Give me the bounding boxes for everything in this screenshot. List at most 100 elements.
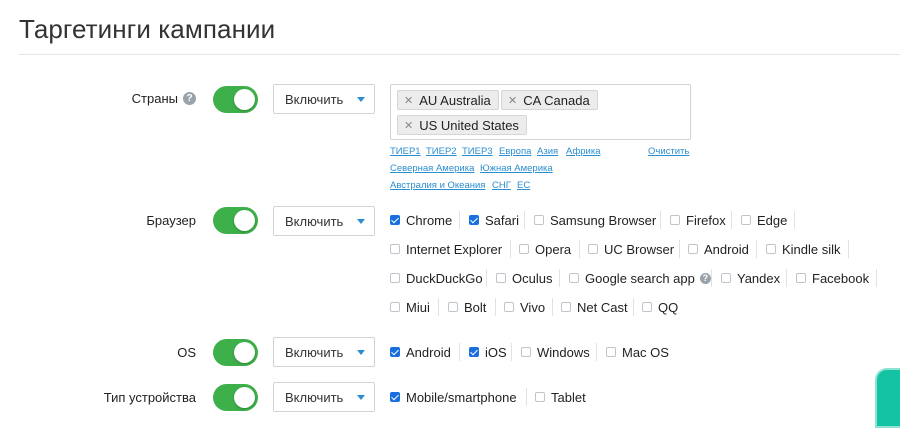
quick-link-tier1[interactable]: ТИЕР1: [390, 146, 421, 157]
checkbox[interactable]: [670, 215, 680, 225]
countries-tag-input[interactable]: ✕ AU Australia ✕ CA Canada ✕ US United S…: [390, 84, 691, 140]
quick-link-tier3[interactable]: ТИЕР3: [462, 146, 493, 157]
os-option-windows[interactable]: Windows: [521, 343, 590, 361]
option-label: QQ: [658, 299, 679, 315]
option-label: Google search app: [585, 270, 695, 286]
quick-link-europe[interactable]: Европа: [499, 146, 531, 157]
countries-mode-select[interactable]: Включить: [273, 84, 375, 114]
divider: [794, 211, 795, 229]
browser-option-samsung[interactable]: Samsung Browser: [534, 211, 656, 229]
os-option-macos[interactable]: Mac OS: [606, 343, 669, 361]
checkbox[interactable]: [721, 273, 731, 283]
quick-link-eu[interactable]: ЕС: [517, 180, 530, 191]
browser-option-facebook[interactable]: Facebook: [796, 269, 869, 287]
browser-option-uc[interactable]: UC Browser: [588, 240, 674, 258]
divider: [848, 240, 849, 258]
clear-link[interactable]: Очистить: [648, 146, 689, 157]
checkbox[interactable]: [561, 302, 571, 312]
checkbox[interactable]: [535, 392, 545, 402]
quick-link-cis[interactable]: СНГ: [492, 180, 511, 191]
os-mode-select[interactable]: Включить: [273, 337, 375, 367]
option-label: Bolt: [464, 299, 487, 315]
page-title: Таргетинги кампании: [19, 14, 276, 44]
divider: [526, 388, 527, 406]
quick-link-asia[interactable]: Азия: [537, 146, 558, 157]
browser-option-duckduckgo[interactable]: DuckDuckGo: [390, 269, 483, 287]
checkbox[interactable]: [588, 244, 598, 254]
option-label: Chrome: [406, 212, 453, 228]
device-toggle[interactable]: [213, 384, 258, 411]
browser-option-yandex[interactable]: Yandex: [721, 269, 780, 287]
browser-option-opera[interactable]: Opera: [519, 240, 571, 258]
checkbox[interactable]: [504, 302, 514, 312]
device-option-mobile[interactable]: Mobile/smartphone: [390, 388, 517, 406]
checkbox[interactable]: [569, 273, 579, 283]
browser-option-safari[interactable]: Safari: [469, 211, 519, 229]
divider: [579, 240, 580, 258]
browser-mode-select[interactable]: Включить: [273, 206, 375, 236]
title-divider: [19, 54, 900, 55]
browser-option-firefox[interactable]: Firefox: [670, 211, 726, 229]
checkbox[interactable]: [390, 244, 400, 254]
checkbox[interactable]: [688, 244, 698, 254]
quick-link-australia-oceania[interactable]: Австралия и Океания: [390, 180, 485, 191]
remove-tag-icon[interactable]: ✕: [404, 94, 413, 107]
checkbox[interactable]: [469, 347, 479, 357]
checkbox[interactable]: [390, 302, 400, 312]
checkbox[interactable]: [496, 273, 506, 283]
option-label: Miui: [406, 299, 430, 315]
checkbox[interactable]: [519, 244, 529, 254]
remove-tag-icon[interactable]: ✕: [508, 94, 517, 107]
browser-option-ie[interactable]: Internet Explorer: [390, 240, 502, 258]
device-option-tablet[interactable]: Tablet: [535, 388, 586, 406]
checkbox[interactable]: [390, 215, 400, 225]
checkbox[interactable]: [741, 215, 751, 225]
checkbox[interactable]: [390, 273, 400, 283]
checkbox[interactable]: [448, 302, 458, 312]
browser-option-netcast[interactable]: Net Cast: [561, 298, 628, 316]
browser-option-edge[interactable]: Edge: [741, 211, 787, 229]
browser-option-miui[interactable]: Miui: [390, 298, 430, 316]
option-label: Mobile/smartphone: [406, 389, 517, 405]
remove-tag-icon[interactable]: ✕: [404, 119, 413, 132]
browser-option-android[interactable]: Android: [688, 240, 749, 258]
checkbox[interactable]: [796, 273, 806, 283]
os-toggle[interactable]: [213, 339, 258, 366]
browser-option-kindle[interactable]: Kindle silk: [766, 240, 841, 258]
toggle-knob: [234, 210, 255, 231]
toggle-knob: [234, 342, 255, 363]
browser-option-google-search-app[interactable]: Google search app?: [569, 269, 711, 287]
browser-option-chrome[interactable]: Chrome: [390, 211, 452, 229]
quick-link-south-america[interactable]: Южная Америка: [480, 163, 553, 174]
checkbox[interactable]: [642, 302, 652, 312]
os-option-ios[interactable]: iOS: [469, 343, 507, 361]
checkbox[interactable]: [521, 347, 531, 357]
quick-link-north-america[interactable]: Северная Америка: [390, 163, 474, 174]
checkbox[interactable]: [766, 244, 776, 254]
option-label: Facebook: [812, 270, 870, 286]
quick-link-africa[interactable]: Африка: [566, 146, 601, 157]
question-icon[interactable]: ?: [699, 272, 711, 284]
browser-option-qq[interactable]: QQ: [642, 298, 678, 316]
option-label: Net Cast: [577, 299, 628, 315]
browser-option-oculus[interactable]: Oculus: [496, 269, 552, 287]
browser-toggle[interactable]: [213, 207, 258, 234]
divider: [633, 298, 634, 316]
countries-toggle[interactable]: [213, 86, 258, 113]
divider: [596, 343, 597, 361]
checkbox[interactable]: [390, 347, 400, 357]
checkbox[interactable]: [534, 215, 544, 225]
os-option-android[interactable]: Android: [390, 343, 451, 361]
support-chat-widget[interactable]: [875, 368, 900, 428]
quick-link-tier2[interactable]: ТИЕР2: [426, 146, 457, 157]
browser-option-bolt[interactable]: Bolt: [448, 298, 486, 316]
device-mode-select[interactable]: Включить: [273, 382, 375, 412]
checkbox[interactable]: [606, 347, 616, 357]
option-label: Android: [406, 344, 451, 360]
checkbox[interactable]: [390, 392, 400, 402]
divider: [786, 269, 787, 287]
question-icon[interactable]: ?: [183, 92, 196, 105]
browser-option-vivo[interactable]: Vivo: [504, 298, 545, 316]
option-label: Oculus: [512, 270, 553, 286]
checkbox[interactable]: [469, 215, 479, 225]
